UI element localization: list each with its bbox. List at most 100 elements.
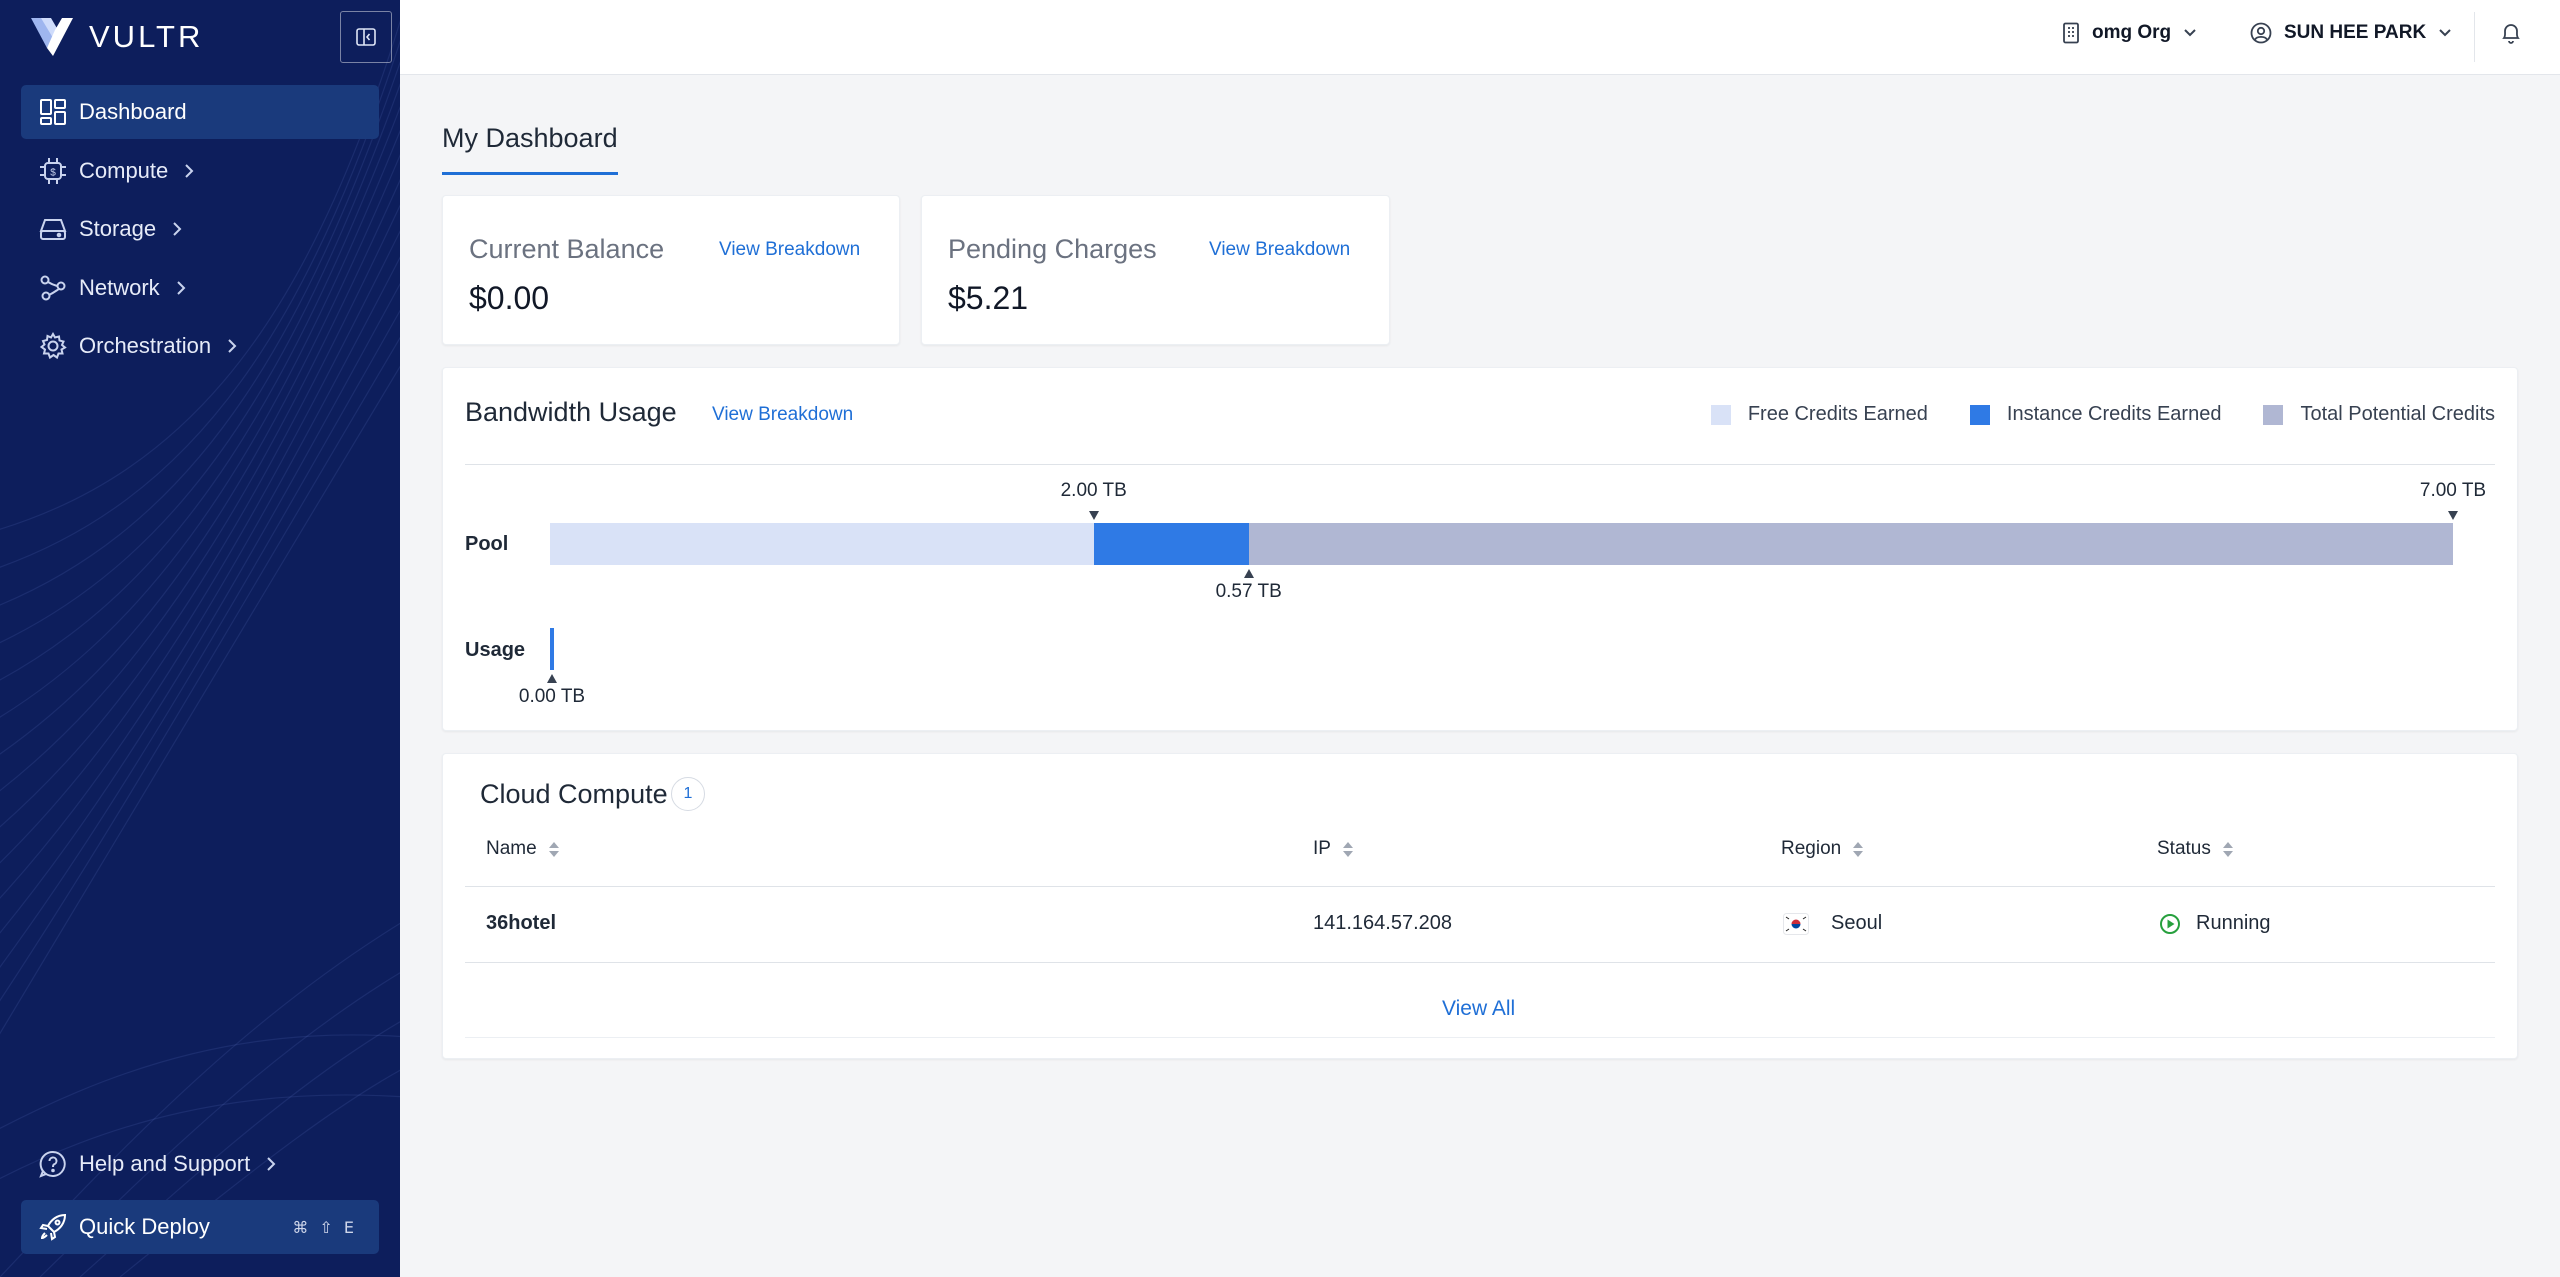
table-divider	[465, 1037, 2495, 1038]
status-label: Running	[2196, 912, 2271, 934]
table-divider	[465, 962, 2495, 963]
pending-charges-value: $5.21	[948, 280, 1029, 316]
logo-text: VULTR	[89, 19, 204, 54]
column-header-label: Name	[486, 838, 537, 859]
column-header-ip[interactable]: IP	[1313, 838, 1353, 860]
sort-icon	[1853, 841, 1864, 857]
count-badge: 1	[671, 777, 705, 811]
chevron-down-icon	[2439, 29, 2451, 37]
building-icon	[2063, 22, 2079, 44]
sidebar-item-label: Orchestration	[79, 333, 212, 358]
column-header-label: Status	[2157, 838, 2211, 859]
instance-ip: 141.164.57.208	[1313, 912, 1453, 934]
main-content: My Dashboard Current Balance View Breakd…	[400, 75, 2560, 1277]
marker-usage-label: 0.00 TB	[518, 686, 586, 707]
chart-legend: Free Credits Earned Instance Credits Ear…	[1669, 403, 2495, 426]
pending-charges-view-breakdown-link[interactable]: View Breakdown	[1209, 239, 1350, 261]
sidebar-item-label: Dashboard	[79, 99, 187, 124]
notifications-button[interactable]	[2501, 22, 2521, 44]
column-header-name[interactable]: Name	[486, 838, 559, 860]
sidebar-collapse-icon	[356, 28, 376, 46]
instance-name-link[interactable]: 36hotel	[486, 912, 556, 935]
view-all-link[interactable]: View All	[1442, 997, 1515, 1021]
sidebar-nav: Dashboard $ Compute Storage Network Orch…	[21, 85, 379, 378]
legend-swatch-total	[2263, 404, 2284, 425]
chevron-down-icon	[2184, 29, 2196, 37]
page-title: My Dashboard	[442, 123, 618, 175]
pool-row-label: Pool	[465, 533, 509, 555]
marker-total-arrow	[2448, 511, 2458, 520]
sidebar-item-storage[interactable]: Storage	[21, 202, 379, 256]
marker-free-arrow	[1088, 511, 1099, 520]
chevron-right-icon	[176, 280, 190, 295]
storage-icon	[38, 214, 68, 244]
legend-swatch-free	[1710, 404, 1731, 425]
column-header-label: Region	[1781, 838, 1842, 859]
sidebar-item-label: Network	[79, 274, 160, 300]
svg-text:$: $	[50, 167, 56, 178]
bandwidth-title: Bandwidth Usage	[465, 397, 677, 427]
top-bar: omg Org SUN HEE PARK	[400, 0, 2560, 75]
vultr-logo-icon	[31, 18, 73, 56]
bandwidth-usage-card: Bandwidth Usage View Breakdown Free Cred…	[442, 367, 2518, 731]
bandwidth-view-breakdown-link[interactable]: View Breakdown	[712, 404, 853, 426]
org-selector[interactable]: omg Org	[2062, 22, 2197, 44]
current-balance-value: $0.00	[469, 280, 550, 316]
sidebar-item-network[interactable]: Network	[21, 261, 379, 315]
marker-instance-label: 0.57 TB	[1215, 581, 1282, 602]
vultr-logo[interactable]: VULTR	[31, 18, 203, 56]
pool-bar-free	[550, 523, 1094, 565]
sort-icon	[2222, 841, 2233, 857]
sort-icon	[548, 841, 559, 857]
dashboard-icon	[38, 97, 68, 127]
sidebar-item-orchestration[interactable]: Orchestration	[21, 319, 379, 373]
legend-item-total: Total Potential Credits	[2263, 403, 2495, 426]
network-icon	[38, 273, 68, 303]
sidebar-help: Help and Support	[21, 1137, 379, 1196]
legend-item-free: Free Credits Earned	[1710, 403, 1928, 426]
sidebar-item-compute[interactable]: $ Compute	[21, 144, 379, 198]
column-header-status[interactable]: Status	[2157, 838, 2233, 860]
user-name: SUN HEE PARK	[2284, 22, 2427, 43]
pending-charges-card: Pending Charges View Breakdown $5.21	[921, 195, 1390, 345]
cloud-compute-card: Cloud Compute 1 Name IP Region Status 36…	[442, 753, 2518, 1059]
legend-item-instance: Instance Credits Earned	[1969, 403, 2222, 426]
marker-free-label: 2.00 TB	[1060, 480, 1127, 501]
help-label: Help and Support	[79, 1151, 251, 1176]
current-balance-view-breakdown-link[interactable]: View Breakdown	[719, 239, 860, 261]
bell-icon	[2502, 24, 2520, 44]
current-balance-card: Current Balance View Breakdown $0.00	[442, 195, 900, 345]
collapse-sidebar-button[interactable]	[340, 11, 392, 63]
marker-instance-arrow	[1243, 569, 1254, 578]
legend-label: Instance Credits Earned	[2006, 403, 2222, 425]
help-and-support-button[interactable]: Help and Support	[21, 1137, 379, 1191]
legend-label: Total Potential Credits	[2300, 403, 2495, 425]
cloud-compute-title: Cloud Compute	[480, 779, 668, 809]
pending-charges-label: Pending Charges	[948, 234, 1157, 264]
south-korea-flag-icon	[1783, 912, 1809, 935]
marker-total-label: 7.00 TB	[2419, 480, 2487, 501]
keyboard-shortcut: ⌘ ⇧ E	[292, 1217, 357, 1237]
chevron-right-icon	[184, 163, 198, 178]
running-status-icon	[2160, 913, 2180, 934]
chevron-right-icon	[227, 339, 241, 353]
sort-icon	[1342, 841, 1353, 857]
chevron-right-icon	[266, 1157, 280, 1171]
user-menu[interactable]: SUN HEE PARK	[2250, 22, 2452, 44]
usage-row-label: Usage	[465, 639, 526, 661]
help-icon	[38, 1149, 68, 1179]
quick-deploy-button[interactable]: Quick Deploy ⌘ ⇧ E	[21, 1200, 379, 1254]
legend-label: Free Credits Earned	[1747, 403, 1928, 425]
column-header-region[interactable]: Region	[1781, 838, 1864, 860]
chip-icon: $	[38, 156, 68, 186]
chevron-right-icon	[172, 222, 186, 236]
status-cell: Running	[2159, 912, 2271, 935]
marker-usage-arrow	[547, 674, 557, 683]
sidebar-item-label: Storage	[79, 216, 157, 241]
sidebar-item-label: Compute	[79, 157, 169, 183]
topbar-divider	[2474, 12, 2475, 62]
sidebar-item-dashboard[interactable]: Dashboard	[21, 85, 379, 139]
sidebar: VULTR Dashboard $ Compute Storage Networ…	[0, 0, 400, 1277]
table-header-divider	[465, 886, 2495, 887]
column-header-label: IP	[1313, 838, 1331, 859]
